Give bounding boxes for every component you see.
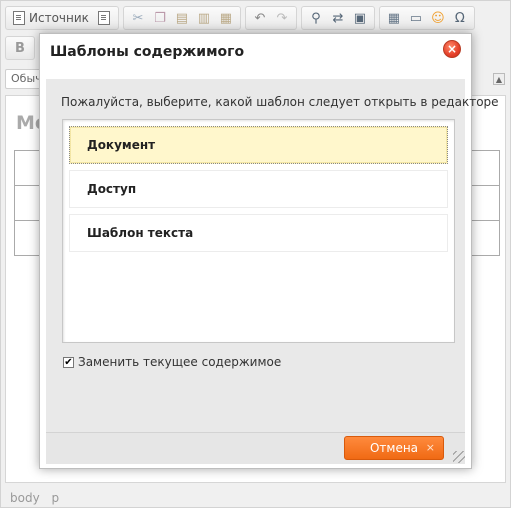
paste-word-icon: ▦	[219, 10, 233, 26]
replace-icon: ⇄	[332, 10, 344, 26]
collapse-arrow-icon: ▲	[495, 74, 503, 84]
checkmark-icon: ✔	[64, 356, 73, 368]
path-item-body[interactable]: body	[10, 491, 40, 505]
cancel-x-icon: ×	[425, 441, 435, 454]
smiley-icon: ☺	[431, 10, 445, 26]
cancel-button[interactable]: Отмена ×	[344, 436, 444, 460]
document-icon	[97, 11, 110, 25]
paste-button[interactable]: ▤	[172, 8, 192, 28]
template-label: Доступ	[87, 182, 137, 196]
dialog-footer: Отмена ×	[46, 432, 465, 464]
paste-text-icon: ▥	[197, 10, 211, 26]
path-item-p[interactable]: p	[52, 491, 60, 505]
paste-word-button[interactable]: ▦	[216, 8, 236, 28]
source-icon	[13, 11, 25, 25]
replace-button[interactable]: ⇄	[328, 8, 348, 28]
toolbar-group-insert: ▦ ▭ ☺ Ω	[378, 6, 475, 30]
dialog-title: Шаблоны содержимого	[50, 44, 245, 60]
paste-icon: ▤	[175, 10, 189, 26]
find-icon: ⚲	[311, 10, 321, 26]
element-path-bar: body p	[10, 491, 67, 505]
template-item-text-template[interactable]: Шаблон текста	[69, 214, 448, 252]
toolbar-group-find: ⚲ ⇄ ▣	[300, 6, 375, 30]
template-list: Документ Доступ Шаблон текста	[62, 119, 455, 343]
undo-button[interactable]: ↶	[250, 8, 270, 28]
template-item-document[interactable]: Документ	[69, 126, 448, 164]
special-char-icon: Ω	[454, 10, 465, 26]
select-all-button[interactable]: ▣	[350, 8, 370, 28]
template-item-access[interactable]: Доступ	[69, 170, 448, 208]
select-all-icon: ▣	[353, 10, 367, 26]
copy-button[interactable]: ❐	[150, 8, 170, 28]
dialog-body: Пожалуйста, выберите, какой шаблон следу…	[46, 79, 499, 464]
collapse-toolbar-button[interactable]: ▲	[493, 73, 505, 85]
copy-icon: ❐	[154, 10, 166, 26]
toolbar-group-clipboard: ✂ ❐ ▤ ▥ ▦	[122, 6, 241, 30]
toolbar-group-document: Источник	[5, 6, 119, 30]
toolbar-row-1: Источник ✂ ❐ ▤ ▥ ▦ ↶ ↷ ⚲ ⇄ ▣ ▦ ▭ ☺ Ω	[5, 5, 479, 31]
toolbar-group-style: B	[5, 36, 35, 60]
find-button[interactable]: ⚲	[306, 8, 326, 28]
horizontal-rule-icon: ▭	[409, 10, 423, 26]
replace-content-option: ✔ Заменить текущее содержимое	[63, 355, 281, 369]
replace-content-checkbox[interactable]: ✔	[63, 356, 74, 368]
redo-icon: ↷	[276, 10, 288, 26]
document-button[interactable]	[94, 8, 114, 28]
cancel-label: Отмена	[369, 441, 419, 455]
horizontal-rule-button[interactable]: ▭	[406, 8, 426, 28]
undo-icon: ↶	[254, 10, 266, 26]
bold-button[interactable]: B	[10, 38, 30, 58]
source-button[interactable]: Источник	[10, 8, 92, 28]
cut-button[interactable]: ✂	[128, 8, 148, 28]
toolbar-group-undo: ↶ ↷	[244, 6, 297, 30]
template-label: Шаблон текста	[87, 226, 194, 240]
instructions-text: Пожалуйста, выберите, какой шаблон следу…	[61, 95, 499, 109]
close-button[interactable]: ×	[443, 40, 461, 58]
table-button[interactable]: ▦	[384, 8, 404, 28]
template-label: Документ	[87, 138, 156, 152]
resize-grip[interactable]	[453, 451, 465, 463]
replace-content-label[interactable]: Заменить текущее содержимое	[78, 355, 281, 369]
close-icon: ×	[446, 42, 458, 56]
templates-dialog: Шаблоны содержимого × Пожалуйста, выбери…	[39, 33, 499, 469]
redo-button[interactable]: ↷	[272, 8, 292, 28]
special-char-button[interactable]: Ω	[450, 8, 470, 28]
smiley-button[interactable]: ☺	[428, 8, 448, 28]
cut-icon: ✂	[132, 10, 144, 26]
paste-text-button[interactable]: ▥	[194, 8, 214, 28]
table-icon: ▦	[387, 10, 401, 26]
source-label: Источник	[29, 11, 89, 25]
toolbar-row-2: B	[5, 35, 39, 61]
